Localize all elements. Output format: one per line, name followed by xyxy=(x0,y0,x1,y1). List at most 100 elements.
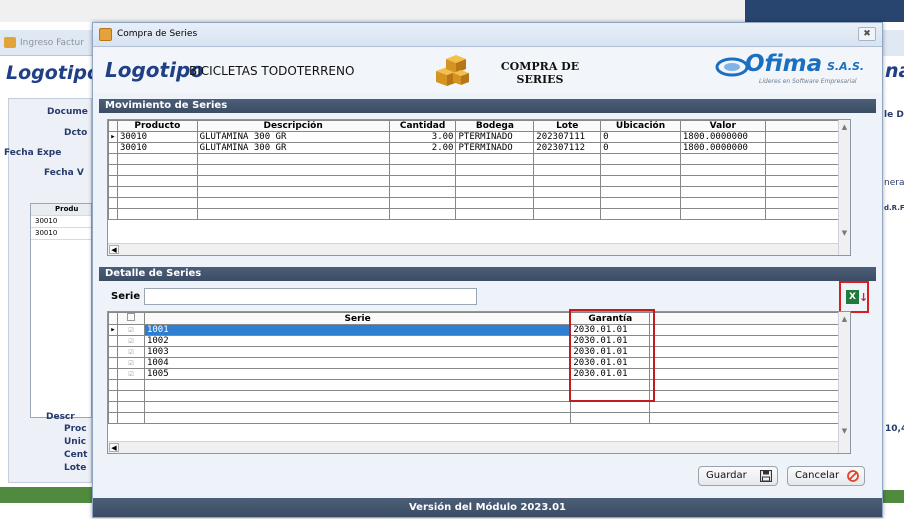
background-window-title: Ingreso Factur xyxy=(20,38,84,48)
background-label: Lote xyxy=(64,463,87,473)
table-row[interactable]: ☑ 1002 2030.01.01 xyxy=(108,335,850,347)
cell-garantia[interactable]: 2030.01.01 xyxy=(570,368,651,380)
row-selector[interactable] xyxy=(108,142,118,154)
empty-row xyxy=(108,175,850,187)
scroll-down-icon[interactable]: ▼ xyxy=(840,228,849,238)
row-selector[interactable] xyxy=(108,346,118,358)
table-row[interactable]: ☑ 1003 2030.01.01 xyxy=(108,346,850,358)
scroll-down-icon[interactable]: ▼ xyxy=(840,426,849,436)
movimiento-grid: Producto Descripción Cantidad Bodega Lot… xyxy=(107,119,851,256)
cell-serie[interactable]: 1004 xyxy=(143,357,572,369)
boxes-icon xyxy=(436,55,469,86)
empty-row xyxy=(108,208,850,220)
guardar-button[interactable]: Guardar xyxy=(698,466,778,486)
empty-row xyxy=(108,164,850,176)
column-header-ubicacion[interactable]: Ubicación xyxy=(600,120,681,132)
current-row-indicator-icon: ▸ xyxy=(108,324,118,336)
cell-cantidad[interactable]: 2.00 xyxy=(388,142,457,154)
app-icon xyxy=(4,37,16,48)
empty-row xyxy=(108,390,850,402)
background-logo: Logotipo xyxy=(6,62,101,84)
empty-row xyxy=(108,412,850,424)
cell-lote[interactable]: 202307111 xyxy=(533,131,602,143)
empty-row xyxy=(108,186,850,198)
cell-lote[interactable]: 202307112 xyxy=(533,142,602,154)
cell-empty xyxy=(649,346,850,358)
table-row[interactable]: ☑ 1004 2030.01.01 xyxy=(108,357,850,369)
cell-garantia[interactable]: 2030.01.01 xyxy=(570,324,651,336)
background-label: Fecha Expe xyxy=(4,148,62,158)
cell-bodega[interactable]: PTERMINADO xyxy=(455,142,535,154)
scroll-left-icon[interactable]: ◀ xyxy=(109,443,119,452)
background-window-titlebar: Ingreso Factur xyxy=(0,30,100,56)
scroll-up-icon[interactable]: ▲ xyxy=(840,122,849,132)
detalle-vertical-scrollbar[interactable]: ▲ ▼ xyxy=(838,312,850,453)
cell-serie[interactable]: 1001 xyxy=(143,324,572,336)
cell-valor[interactable]: 1800.0000000 xyxy=(679,131,766,143)
cell-bodega[interactable]: PTERMINADO xyxy=(455,131,535,143)
row-selector-header xyxy=(108,120,118,132)
background-label: Dcto xyxy=(64,128,88,138)
column-header-cantidad[interactable]: Cantidad xyxy=(388,120,457,132)
row-checkbox[interactable]: ☑ xyxy=(116,357,145,369)
cell-serie[interactable]: 1005 xyxy=(143,368,572,380)
compra-series-dialog: Compra de Series ✖ Logotipo BICICLETAS T… xyxy=(92,22,883,518)
row-checkbox[interactable]: ☑ xyxy=(116,324,145,336)
cell-garantia[interactable]: 2030.01.01 xyxy=(570,346,651,358)
background-grid-row: 30010 xyxy=(31,216,91,228)
column-header-descripcion[interactable]: Descripción xyxy=(196,120,390,132)
select-all-checkbox[interactable] xyxy=(116,312,145,325)
row-selector[interactable] xyxy=(108,368,118,380)
close-button[interactable]: ✖ xyxy=(858,27,876,41)
row-selector-header xyxy=(108,312,118,325)
cell-ubicacion[interactable]: 0 xyxy=(600,142,681,154)
row-checkbox[interactable]: ☑ xyxy=(116,335,145,347)
detalle-header-row: Serie Garantía xyxy=(108,312,850,325)
column-header-serie[interactable]: Serie xyxy=(143,312,572,325)
serie-input[interactable] xyxy=(144,288,477,305)
export-excel-button[interactable]: X ↓ xyxy=(839,281,869,313)
column-header-valor[interactable]: Valor xyxy=(679,120,766,132)
table-row[interactable]: ▸ 30010 GLUTAMINA 300 GR 3.00 PTERMINADO… xyxy=(108,131,850,143)
detalle-horizontal-scrollbar[interactable]: ◀ xyxy=(108,441,838,453)
cell-serie[interactable]: 1003 xyxy=(143,346,572,358)
scroll-up-icon[interactable]: ▲ xyxy=(840,314,849,324)
detalle-grid: Serie Garantía ▸ ☑ 1001 2030.01.01 ☑ 100… xyxy=(107,311,851,454)
scroll-left-icon[interactable]: ◀ xyxy=(109,245,119,254)
table-row[interactable]: ☑ 1005 2030.01.01 xyxy=(108,368,850,380)
cell-ubicacion[interactable]: 0 xyxy=(600,131,681,143)
table-row[interactable]: ▸ ☑ 1001 2030.01.01 xyxy=(108,324,850,336)
row-checkbox[interactable]: ☑ xyxy=(116,346,145,358)
cancelar-label: Cancelar xyxy=(795,470,840,481)
cell-descripcion[interactable]: GLUTAMINA 300 GR xyxy=(196,131,390,143)
cancelar-button[interactable]: Cancelar xyxy=(787,466,865,486)
cell-descripcion[interactable]: GLUTAMINA 300 GR xyxy=(196,142,390,154)
cancel-icon xyxy=(847,470,859,482)
dialog-titlebar[interactable]: Compra de Series ✖ xyxy=(93,23,882,47)
column-header-lote[interactable]: Lote xyxy=(533,120,602,132)
column-header-producto[interactable]: Producto xyxy=(116,120,198,132)
row-selector[interactable] xyxy=(108,335,118,347)
background-label: Proc xyxy=(64,424,87,434)
row-selector[interactable] xyxy=(108,357,118,369)
column-header-bodega[interactable]: Bodega xyxy=(455,120,535,132)
save-icon xyxy=(760,470,772,482)
dialog-header: Logotipo BICICLETAS TODOTERRENO COMPRA D… xyxy=(93,47,882,93)
table-row[interactable]: 30010 GLUTAMINA 300 GR 2.00 PTERMINADO 2… xyxy=(108,142,850,154)
background-grid: Produ 30010 30010 xyxy=(30,203,92,418)
cell-garantia[interactable]: 2030.01.01 xyxy=(570,335,651,347)
background-label: le D xyxy=(884,110,904,120)
module-title: COMPRA DE SERIES xyxy=(485,60,595,86)
cell-empty xyxy=(649,357,850,369)
cell-producto[interactable]: 30010 xyxy=(116,142,198,154)
cell-cantidad[interactable]: 3.00 xyxy=(388,131,457,143)
version-footer: Versión del Módulo 2023.01 xyxy=(93,498,882,517)
movimiento-vertical-scrollbar[interactable]: ▲ ▼ xyxy=(838,120,850,255)
column-header-garantia[interactable]: Garantía xyxy=(570,312,651,325)
movimiento-horizontal-scrollbar[interactable]: ◀ xyxy=(108,243,838,255)
cell-valor[interactable]: 1800.0000000 xyxy=(679,142,766,154)
cell-producto[interactable]: 30010 xyxy=(116,131,198,143)
cell-garantia[interactable]: 2030.01.01 xyxy=(570,357,651,369)
row-checkbox[interactable]: ☑ xyxy=(116,368,145,380)
cell-serie[interactable]: 1002 xyxy=(143,335,572,347)
